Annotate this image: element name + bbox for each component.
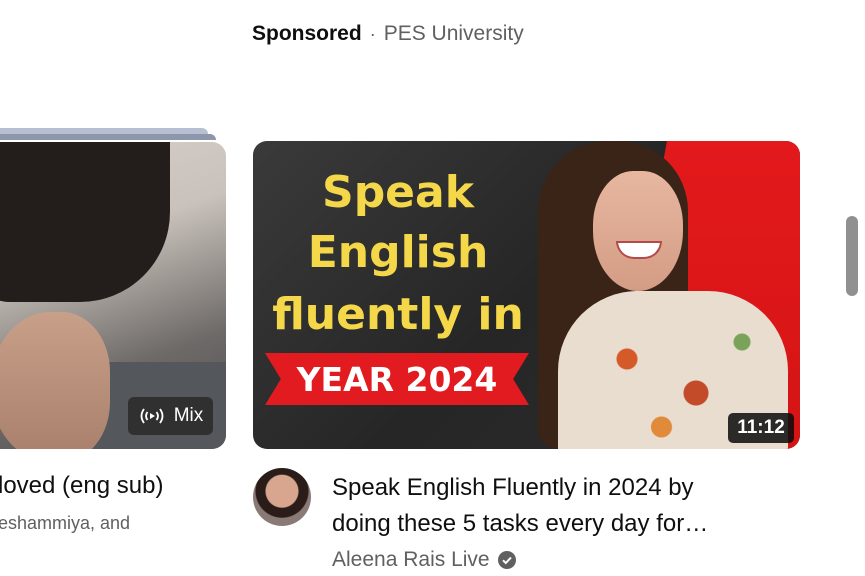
video-title[interactable]: Speak English Fluently in 2024 by doing … — [332, 470, 762, 542]
mix-radio-icon — [140, 408, 164, 424]
thumbnail-year-banner: YEAR 2024 — [265, 353, 529, 405]
video-title-line1: Speak English Fluently in 2024 by — [332, 474, 694, 501]
thumbnail-text-line3: fluently in — [272, 289, 524, 340]
thumbnail-person — [538, 141, 800, 449]
video-thumbnail[interactable]: Speak English fluently in YEAR 2024 — [253, 141, 800, 449]
person-face — [593, 171, 683, 291]
sponsored-row: Sponsored · PES University — [252, 20, 524, 48]
advertiser-name[interactable]: PES University — [384, 22, 524, 46]
mix-title[interactable]: loved (eng sub) — [0, 472, 163, 500]
channel-row: Aleena Rais Live — [332, 548, 516, 572]
channel-name[interactable]: Aleena Rais Live — [332, 548, 490, 572]
separator-dot: · — [369, 23, 376, 44]
mix-label: Mix — [173, 405, 204, 426]
previous-item-fragment: ’ — [252, 0, 256, 11]
video-title-line2: doing these 5 tasks every day for… — [332, 510, 709, 537]
thumbnail-hair — [0, 142, 170, 302]
mix-stack-layer — [0, 134, 216, 140]
mix-badge: Mix — [128, 397, 213, 435]
thumbnail-text-line1: Speak — [322, 167, 474, 218]
channel-avatar[interactable] — [253, 468, 311, 526]
mix-meta: eshammiya, and — [0, 513, 131, 533]
sponsored-label: Sponsored — [252, 22, 362, 45]
thumbnail-face — [0, 312, 110, 449]
video-duration-badge: 11:12 — [728, 413, 794, 443]
thumbnail-text-line2: English — [307, 227, 489, 278]
page-scrollbar-thumb[interactable] — [846, 216, 858, 296]
verified-check-icon — [497, 551, 516, 569]
